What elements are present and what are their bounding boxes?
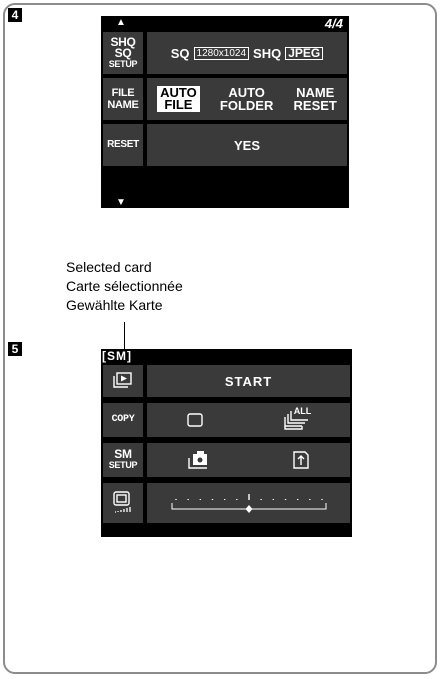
step-5-badge: 5 (8, 342, 22, 356)
reset-yes-value[interactable]: YES (147, 124, 347, 166)
scroll-up-arrow[interactable]: ▲ (116, 17, 126, 28)
shq-text: SHQ (253, 45, 282, 61)
option-auto-folder[interactable]: AUTO FOLDER (220, 86, 273, 112)
start-button[interactable]: START (147, 365, 350, 397)
menu-screen-4: ▲ 4/4 SHQ SQ SETUP SQ 1280x1024 SHQ JPEG… (101, 16, 349, 208)
option-auto-file[interactable]: AUTO FILE (157, 86, 200, 112)
option-auto-folder-line2: FOLDER (219, 98, 274, 113)
label-line-setup: SETUP (108, 58, 138, 69)
sq-resolution[interactable]: 1280x1024 (193, 46, 250, 60)
copy-all-text: ALL (293, 406, 312, 416)
copy-options: ALL (147, 403, 350, 437)
brightness-adjust[interactable] (147, 483, 350, 523)
label-line-name: NAME (107, 99, 139, 111)
brightness-scale[interactable] (164, 491, 334, 515)
playback-icon (113, 372, 132, 388)
card-clean-icon[interactable] (291, 449, 311, 471)
option-auto-file-line2: FILE (164, 97, 193, 112)
selected-card-indicator: [SM] (102, 349, 132, 363)
caption-selected-card-fr: Carte sélectionnée (66, 278, 183, 294)
step-4-badge: 4 (8, 8, 22, 22)
sq-text: SQ (170, 45, 190, 61)
shq-sq-setup-label[interactable]: SHQ SQ SETUP (103, 32, 143, 74)
caption-selected-card-de: Gewählte Karte (66, 297, 163, 313)
shq-sq-setup-value[interactable]: SQ 1280x1024 SHQ JPEG (147, 32, 347, 74)
menu-screen-5: [SM] START COPY ALL SM SETUP (101, 349, 352, 537)
file-name-label[interactable]: FILE NAME (103, 78, 143, 120)
shq-format[interactable]: JPEG (285, 46, 324, 60)
copy-label[interactable]: COPY (103, 403, 143, 437)
label-line-sq: SQ (114, 45, 132, 60)
card-format-icon[interactable] (186, 449, 212, 471)
file-name-options: AUTO FILE AUTO FOLDER NAME RESET (147, 78, 347, 120)
sm-setup-label[interactable]: SM SETUP (103, 443, 143, 477)
label-line-sm: SM (114, 447, 132, 461)
copy-all-icon[interactable]: ALL (282, 406, 312, 432)
single-frame-icon[interactable] (185, 411, 205, 429)
caption-selected-card-en: Selected card (66, 259, 152, 275)
scroll-down-arrow[interactable]: ▼ (116, 197, 126, 208)
label-line-setup: SETUP (108, 460, 138, 470)
brightness-label[interactable] (103, 483, 143, 523)
brightness-marker (245, 505, 252, 513)
monitor-brightness-icon (113, 491, 131, 513)
playback-label[interactable] (103, 365, 143, 397)
reset-label[interactable]: RESET (103, 124, 143, 166)
page-indicator: 4/4 (324, 16, 343, 31)
option-name-reset-line2: RESET (293, 98, 337, 113)
sm-setup-options (147, 443, 350, 477)
option-name-reset[interactable]: NAME RESET (294, 86, 337, 112)
label-line-file: FILE (111, 87, 135, 99)
